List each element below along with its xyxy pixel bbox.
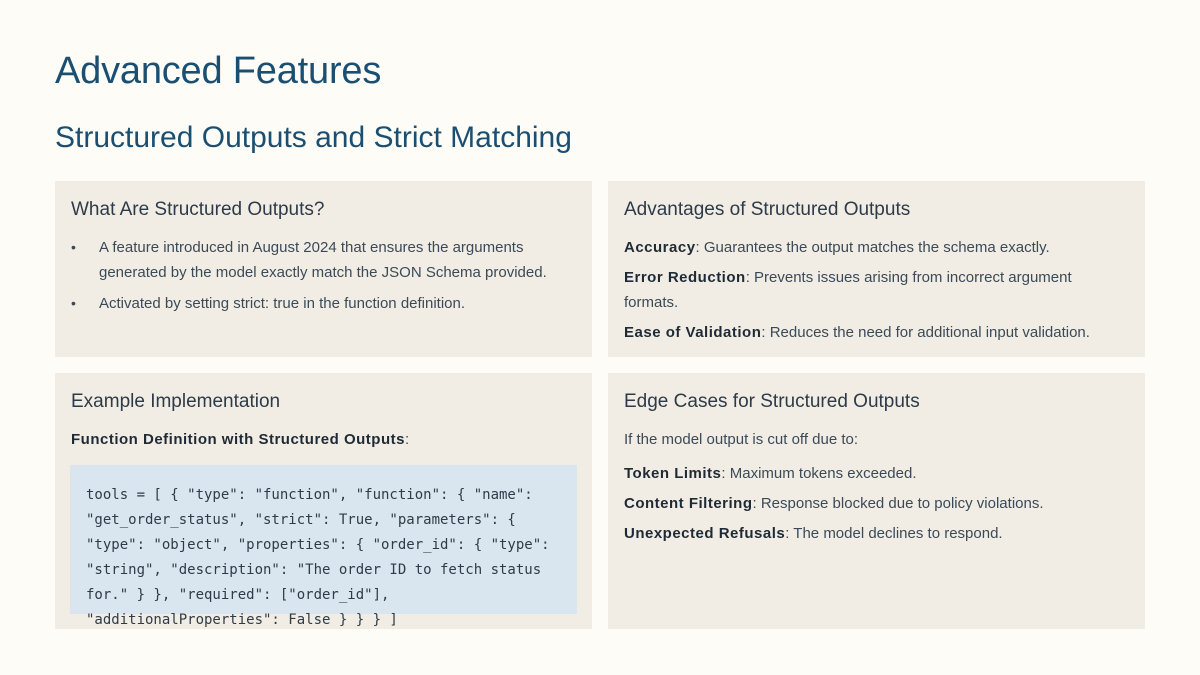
- card-what-are-structured-outputs: What Are Structured Outputs? • A feature…: [55, 181, 592, 357]
- list-item: Error Reduction: Prevents issues arising…: [624, 265, 1129, 315]
- list-item: Unexpected Refusals: The model declines …: [624, 521, 1129, 546]
- bullet-icon: •: [71, 295, 76, 311]
- term-text: : Response blocked due to policy violati…: [752, 495, 1044, 512]
- card-advantages: Advantages of Structured Outputs Accurac…: [608, 181, 1145, 357]
- bullet-text: Activated by setting strict: true in the…: [99, 295, 466, 312]
- code-label: Function Definition with Structured Outp…: [71, 427, 576, 452]
- term-label: Error Reduction: [624, 269, 746, 286]
- term-text: : Maximum tokens exceeded.: [721, 465, 917, 482]
- term-label: Token Limits: [624, 465, 722, 482]
- list-item: Token Limits: Maximum tokens exceeded.: [624, 461, 1129, 486]
- card-heading: Advantages of Structured Outputs: [624, 199, 911, 220]
- term-suffix: :: [404, 431, 410, 448]
- card-heading: Edge Cases for Structured Outputs: [624, 391, 920, 412]
- code-block: tools = [ { "type": "function", "functio…: [86, 487, 550, 628]
- card-heading: What Are Structured Outputs?: [71, 199, 325, 220]
- slide: Advanced Features Structured Outputs and…: [0, 0, 1200, 675]
- term-text: : Guarantees the output matches the sche…: [695, 239, 1050, 256]
- page-title: Advanced Features: [55, 50, 382, 92]
- term-label: Ease of Validation: [624, 324, 762, 341]
- list-item: • A feature introduced in August 2024 th…: [71, 235, 576, 285]
- page-subtitle: Structured Outputs and Strict Matching: [55, 121, 572, 154]
- card-example-implementation: Example Implementation Function Definiti…: [55, 373, 592, 629]
- term-label: Content Filtering: [624, 495, 753, 512]
- card-edge-cases: Edge Cases for Structured Outputs If the…: [608, 373, 1145, 629]
- intro-text: If the model output is cut off due to:: [624, 431, 859, 448]
- bullet-text: A feature introduced in August 2024 that…: [99, 239, 547, 281]
- term-label: Accuracy: [624, 239, 696, 256]
- bullet-list: • A feature introduced in August 2024 th…: [71, 235, 576, 316]
- bullet-icon: •: [71, 239, 76, 255]
- term-label: Function Definition with Structured Outp…: [71, 431, 405, 448]
- card-heading: Example Implementation: [71, 391, 281, 412]
- term-label: Unexpected Refusals: [624, 525, 786, 542]
- list-item: Accuracy: Guarantees the output matches …: [624, 235, 1129, 260]
- term-text: : The model declines to respond.: [785, 525, 1003, 542]
- term-text: : Reduces the need for additional input …: [761, 324, 1090, 341]
- list-item: Ease of Validation: Reduces the need for…: [624, 320, 1129, 345]
- list-item: Content Filtering: Response blocked due …: [624, 491, 1129, 516]
- list-item: • Activated by setting strict: true in t…: [71, 291, 576, 316]
